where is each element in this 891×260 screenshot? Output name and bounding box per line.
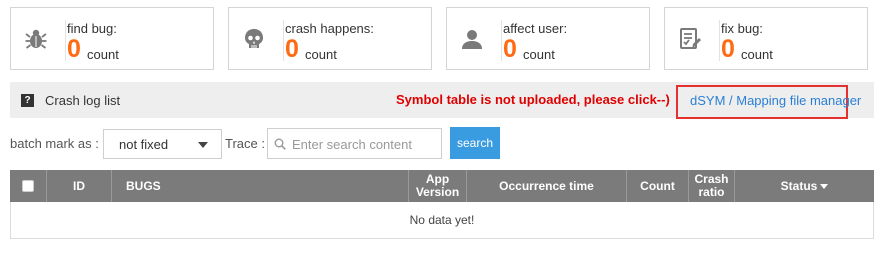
card-divider [719, 20, 720, 61]
batch-mark-value: not fixed [119, 137, 169, 152]
stat-card-find-bug: find bug: 0 count [10, 7, 214, 70]
stat-value: 0 [503, 35, 517, 63]
search-input[interactable] [292, 133, 437, 155]
stat-unit: count [523, 47, 555, 62]
column-crash-ratio-line2: ratio [698, 185, 725, 199]
trace-search-box [267, 128, 442, 159]
column-id[interactable]: ID [46, 170, 111, 202]
stat-unit: count [305, 47, 337, 62]
stat-value: 0 [67, 35, 81, 63]
column-app-version[interactable]: App Version [408, 170, 466, 202]
column-status[interactable]: Status [734, 170, 874, 202]
dsym-mapping-manager-link[interactable]: dSYM / Mapping file manager [690, 93, 861, 108]
card-divider [65, 20, 66, 61]
empty-state-text: No data yet! [409, 213, 475, 227]
batch-mark-select[interactable]: not fixed [103, 129, 222, 159]
select-all-cell [10, 170, 46, 202]
stat-card-affect-user: affect user: 0 count [446, 7, 650, 70]
column-app-version-line2: Version [415, 185, 460, 199]
card-divider [501, 20, 502, 61]
chevron-down-icon [198, 142, 208, 148]
table-body: No data yet! [10, 202, 874, 239]
symbol-table-warning: Symbol table is not uploaded, please cli… [396, 92, 670, 107]
column-crash-ratio[interactable]: Crash ratio [688, 170, 734, 202]
fix-checklist-icon [680, 28, 701, 49]
search-icon [274, 138, 286, 150]
column-count[interactable]: Count [626, 170, 688, 202]
column-status-label: Status [780, 178, 818, 193]
card-divider [283, 20, 284, 61]
stat-unit: count [87, 47, 119, 62]
batch-mark-label: batch mark as : [10, 136, 99, 151]
search-button[interactable]: search [450, 127, 500, 159]
crash-log-bar: ? Crash log list Symbol table is not upl… [10, 82, 874, 119]
bug-icon [25, 29, 47, 49]
select-all-checkbox[interactable] [22, 180, 34, 192]
user-icon [462, 30, 482, 49]
stat-value: 0 [285, 35, 299, 63]
stat-label: find bug: [67, 21, 117, 36]
caret-down-icon [820, 183, 829, 189]
column-occurrence-time[interactable]: Occurrence time [466, 170, 626, 202]
stat-label: fix bug: [721, 21, 763, 36]
stat-card-crash-happens: crash happens: 0 count [228, 7, 432, 70]
skull-icon [245, 29, 263, 48]
trace-label: Trace : [225, 136, 265, 151]
stat-label: crash happens: [285, 21, 374, 36]
crash-log-title: Crash log list [45, 93, 121, 108]
stat-card-fix-bug: fix bug: 0 count [664, 7, 868, 70]
stat-value: 0 [721, 35, 735, 63]
help-icon[interactable]: ? [21, 94, 34, 107]
stat-unit: count [741, 47, 773, 62]
stat-label: affect user: [503, 21, 568, 36]
table-header: ID BUGS App Version Occurrence time Coun… [10, 170, 874, 202]
column-bugs[interactable]: BUGS [111, 170, 408, 202]
